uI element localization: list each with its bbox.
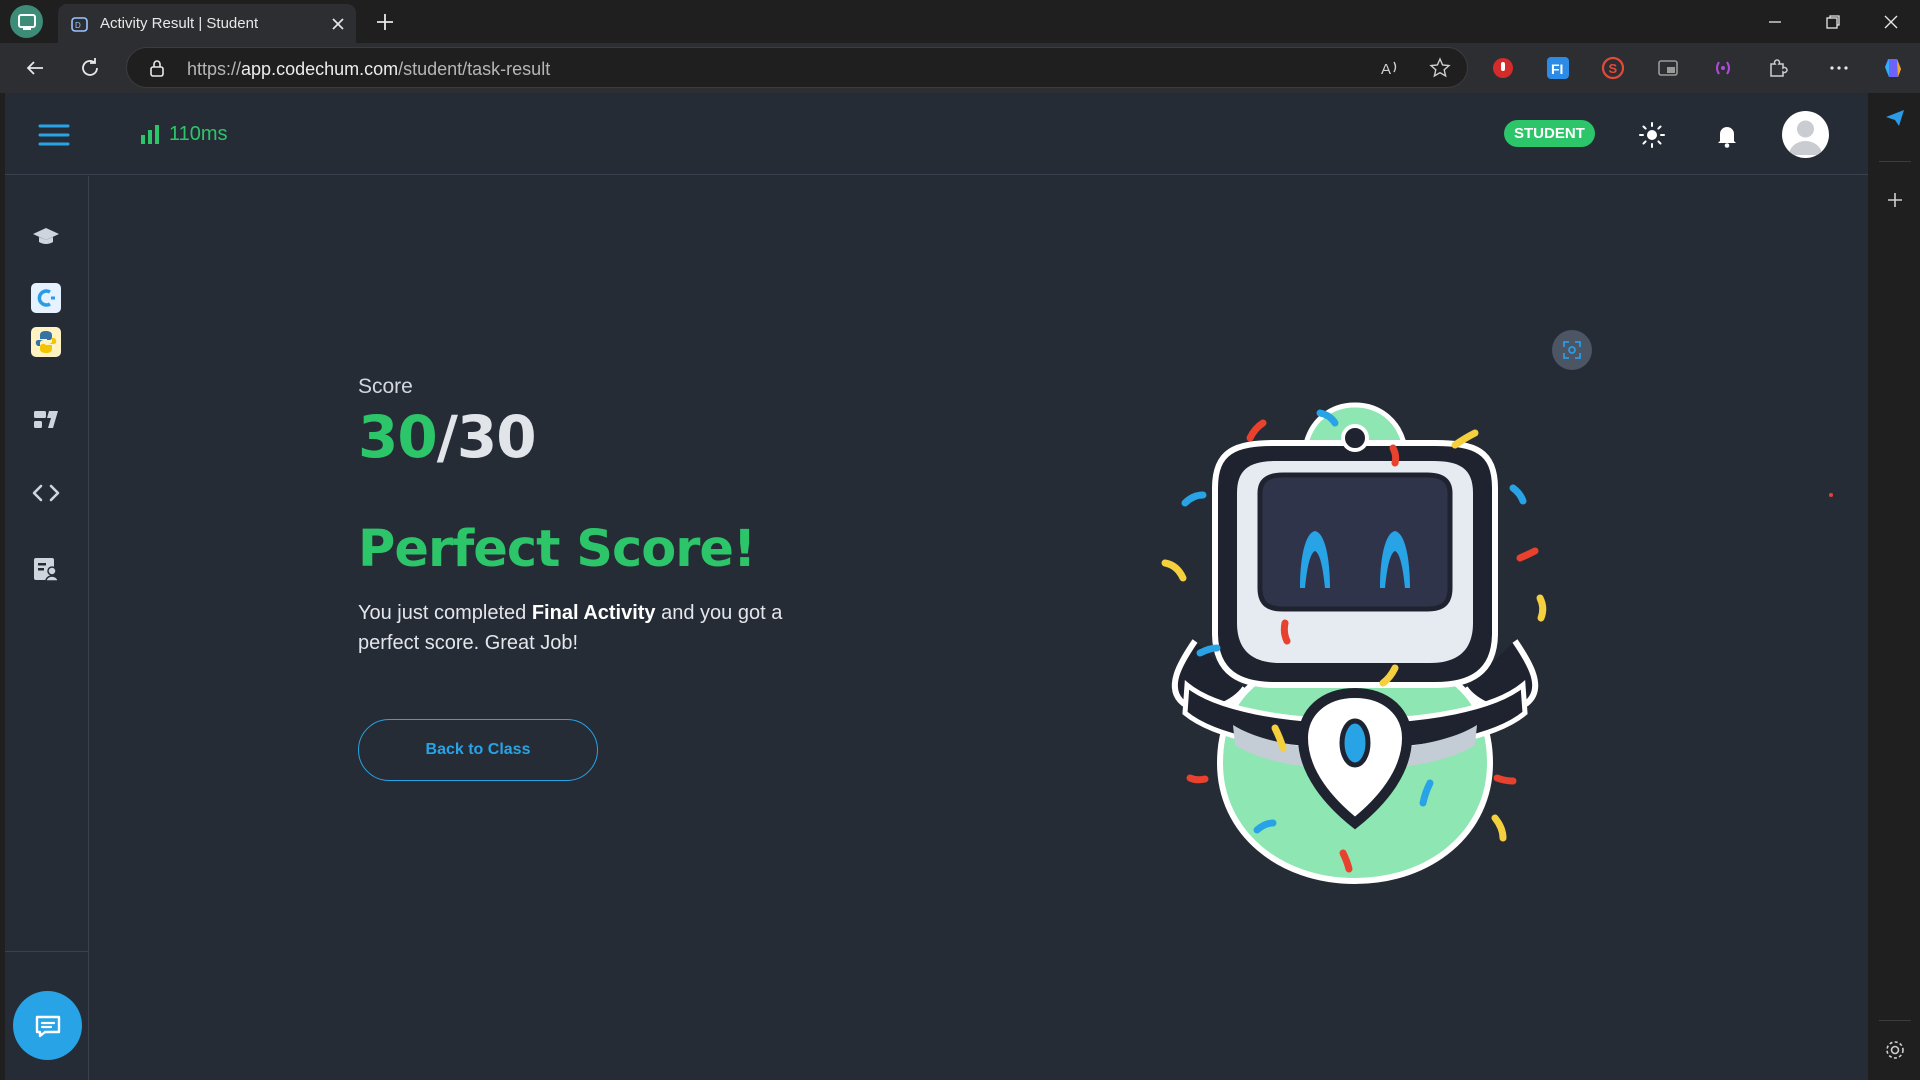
svg-text:FI: FI bbox=[1551, 61, 1563, 77]
id-card-icon[interactable] bbox=[30, 553, 62, 585]
latency-indicator: 110ms bbox=[139, 120, 228, 148]
score-total: /30 bbox=[436, 403, 537, 471]
left-sidebar bbox=[5, 176, 89, 1080]
latency-value: 110ms bbox=[169, 122, 228, 145]
score-obtained: 30 bbox=[358, 403, 438, 471]
close-tab-icon[interactable] bbox=[328, 14, 348, 34]
picture-in-picture-icon[interactable] bbox=[1655, 55, 1681, 81]
tab-title: Activity Result | Student bbox=[100, 15, 259, 32]
tab-activity-result[interactable]: D Activity Result | Student bbox=[58, 4, 356, 43]
restore-icon[interactable] bbox=[1820, 9, 1846, 35]
python-icon[interactable] bbox=[30, 326, 62, 358]
codechum-page: 110ms STUDENT Score 30/30 Perfect Score!… bbox=[5, 93, 1868, 1080]
add-icon[interactable] bbox=[1883, 188, 1907, 212]
copilot-icon[interactable] bbox=[1880, 55, 1906, 81]
back-to-class-button[interactable]: Back to Class bbox=[358, 719, 598, 781]
c-language-icon[interactable] bbox=[30, 282, 62, 314]
back-arrow-icon[interactable] bbox=[20, 53, 50, 83]
url-host: app.codechum.com bbox=[241, 59, 399, 79]
read-aloud-icon[interactable]: A bbox=[1379, 57, 1401, 79]
close-window-icon[interactable] bbox=[1878, 9, 1904, 35]
browser-toolbar: https://app.codechum.com/student/task-re… bbox=[0, 43, 1920, 93]
more-options-icon[interactable] bbox=[1826, 55, 1852, 81]
user-avatar[interactable] bbox=[1782, 111, 1829, 158]
address-bar[interactable]: https://app.codechum.com/student/task-re… bbox=[126, 47, 1468, 88]
profile-icon[interactable] bbox=[10, 5, 43, 38]
message-prefix: You just completed bbox=[358, 602, 532, 624]
tab-strip: D Activity Result | Student bbox=[0, 0, 1920, 43]
app-header: 110ms STUDENT bbox=[5, 93, 1868, 175]
user-avatar-icon bbox=[1789, 120, 1822, 155]
svg-text:S: S bbox=[1609, 61, 1618, 76]
result-message: You just completed Final Activity and yo… bbox=[358, 598, 838, 658]
graduation-cap-icon[interactable] bbox=[30, 221, 62, 253]
edge-sidebar-divider bbox=[1879, 161, 1911, 162]
settings-gear-icon[interactable] bbox=[1883, 1038, 1907, 1062]
favorite-star-icon[interactable] bbox=[1429, 57, 1451, 79]
minimize-icon[interactable] bbox=[1762, 9, 1788, 35]
extensions-puzzle-icon[interactable] bbox=[1765, 55, 1791, 81]
url-path: /student/task-result bbox=[398, 59, 551, 79]
lock-icon[interactable] bbox=[147, 58, 167, 78]
chat-bubble-icon bbox=[35, 1015, 60, 1037]
fi-extension-icon[interactable]: FI bbox=[1545, 55, 1571, 81]
codechum-favicon-icon: D bbox=[71, 17, 88, 32]
notification-bell-icon[interactable] bbox=[1712, 120, 1742, 150]
signal-bars-icon bbox=[141, 125, 159, 144]
indicator-dot bbox=[1829, 493, 1833, 497]
url-scheme: https:// bbox=[187, 59, 242, 79]
reload-icon[interactable] bbox=[75, 53, 105, 83]
new-tab-icon[interactable] bbox=[372, 9, 398, 35]
hamburger-menu-icon[interactable] bbox=[37, 118, 71, 152]
svg-text:D: D bbox=[75, 21, 81, 30]
theme-sun-icon[interactable] bbox=[1637, 120, 1667, 150]
url-text: https://app.codechum.com/student/task-re… bbox=[187, 59, 550, 80]
robot-mascot-illustration bbox=[1161, 402, 1547, 885]
sidebar-divider bbox=[5, 951, 89, 952]
role-badge: STUDENT bbox=[1504, 120, 1595, 147]
chat-button[interactable] bbox=[13, 991, 82, 1060]
score-label: Score bbox=[358, 375, 413, 398]
send-icon[interactable] bbox=[1883, 106, 1907, 130]
edge-sidebar-divider bbox=[1879, 1020, 1911, 1021]
svg-text:A: A bbox=[1381, 61, 1391, 78]
browser-window: D Activity Result | Student https://app.… bbox=[0, 0, 1920, 1080]
s-extension-icon[interactable]: S bbox=[1600, 55, 1626, 81]
code-icon[interactable] bbox=[30, 477, 62, 509]
adblock-extension-icon[interactable] bbox=[1490, 55, 1516, 81]
signal-extension-icon[interactable] bbox=[1710, 55, 1736, 81]
edge-sidebar bbox=[1869, 93, 1920, 1080]
activity-name: Final Activity bbox=[531, 602, 656, 624]
score-value: 30/30 bbox=[358, 403, 537, 471]
result-headline: Perfect Score! bbox=[358, 520, 756, 579]
cards-icon[interactable] bbox=[30, 403, 62, 435]
